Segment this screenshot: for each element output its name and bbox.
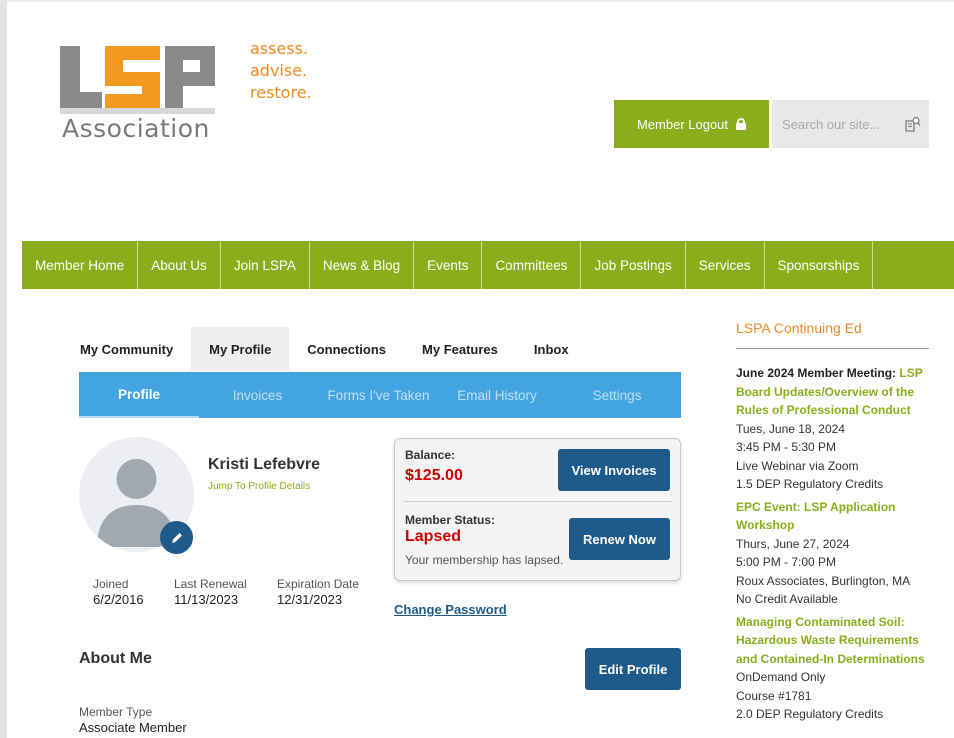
event-location: Roux Associates, Burlington, MA <box>736 573 911 588</box>
sidebar-title: LSPA Continuing Ed <box>736 320 862 336</box>
view-invoices-button[interactable]: View Invoices <box>558 449 670 491</box>
community-tabs: My Community My Profile Connections My F… <box>62 327 587 371</box>
tab-inbox[interactable]: Inbox <box>516 327 587 371</box>
member-type-label: Member Type <box>79 705 153 719</box>
sidebar-divider <box>736 348 929 349</box>
balance-card: Balance: $125.00 View Invoices Member St… <box>394 438 681 581</box>
change-password-link[interactable]: Change Password <box>394 602 507 617</box>
nav-member-home[interactable]: Member Home <box>22 241 139 289</box>
about-me-heading: About Me <box>79 650 152 667</box>
event-title-link[interactable]: EPC Event: LSP Application Workshop <box>736 500 895 533</box>
event-time: 5:00 PM - 7:00 PM <box>736 555 837 569</box>
nav-join-lspa[interactable]: Join LSPA <box>221 241 310 289</box>
tab-forms-taken[interactable]: Forms I've Taken <box>316 372 441 418</box>
last-renewal-value: 11/13/2023 <box>174 592 239 607</box>
profile-tabs: Profile Invoices Forms I've Taken Email … <box>79 372 681 418</box>
event-credits: 1.5 DEP Regulatory Credits <box>736 477 884 491</box>
balance-amount: $125.00 <box>405 467 463 484</box>
tab-connections[interactable]: Connections <box>289 327 404 371</box>
last-renewal-label: Last Renewal <box>174 577 247 591</box>
event-date: Thurs, June 27, 2024 <box>736 536 850 551</box>
logout-label: Member Logout <box>636 116 729 132</box>
lsp-logo-mark <box>60 46 215 114</box>
tab-profile[interactable]: Profile <box>79 372 199 418</box>
list-item: June 2024 Member Meeting: LSP Board Upda… <box>736 364 936 494</box>
event-title[interactable]: June 2024 Member Meeting: LSP Board Upda… <box>736 364 936 420</box>
main-nav: Member Home About Us Join LSPA News & Bl… <box>22 241 954 289</box>
member-status-value: Lapsed <box>405 528 462 545</box>
expiration-value: 12/31/2023 <box>277 592 343 607</box>
event-title-link[interactable]: Managing Contaminated Soil: Hazardous Wa… <box>736 615 925 666</box>
nav-services[interactable]: Services <box>686 241 765 289</box>
site-search <box>772 100 929 148</box>
event-title[interactable]: Managing Contaminated Soil: Hazardous Wa… <box>736 613 936 669</box>
event-course-number: Course #1781 <box>736 688 812 703</box>
status-message: Your membership has lapsed. <box>405 553 564 567</box>
nav-sponsorships[interactable]: Sponsorships <box>765 241 874 289</box>
list-item: EPC Event: LSP Application Workshop Thur… <box>736 498 936 609</box>
member-name: Kristi Lefebvre <box>208 456 321 473</box>
tab-settings[interactable]: Settings <box>553 372 681 418</box>
nav-job-postings[interactable]: Job Postings <box>581 241 686 289</box>
list-item: Managing Contaminated Soil: Hazardous Wa… <box>736 613 936 724</box>
pencil-icon <box>171 532 182 543</box>
search-icon[interactable] <box>905 116 921 132</box>
tab-my-features[interactable]: My Features <box>404 327 516 371</box>
tab-my-profile[interactable]: My Profile <box>191 327 290 371</box>
member-logout-button[interactable]: Member Logout <box>614 100 769 148</box>
event-credits: 2.0 DEP Regulatory Credits <box>736 707 884 721</box>
joined-value: 6/2/2016 <box>93 592 144 607</box>
renew-now-button[interactable]: Renew Now <box>569 518 670 560</box>
left-rail <box>0 0 7 738</box>
last-renewal-stat: Last Renewal 11/13/2023 <box>174 576 247 608</box>
member-type-value: Associate Member <box>79 720 187 735</box>
tab-my-community[interactable]: My Community <box>62 327 191 371</box>
event-date: Tues, June 18, 2024 <box>736 421 845 436</box>
tab-email-history[interactable]: Email History <box>441 372 553 418</box>
event-location: Live Webinar via Zoom <box>736 458 859 473</box>
expiration-label: Expiration Date <box>277 577 360 591</box>
site-logo[interactable]: Association assess. advise. restore. <box>60 36 340 146</box>
search-input[interactable] <box>782 116 900 132</box>
tagline-line: advise. <box>250 61 308 80</box>
edit-avatar-button[interactable] <box>160 521 193 554</box>
continuing-ed-list: June 2024 Member Meeting: LSP Board Upda… <box>736 364 936 728</box>
event-time: 3:45 PM - 5:30 PM <box>736 440 837 454</box>
top-rule <box>7 0 954 2</box>
tagline-line: restore. <box>250 83 312 102</box>
logo-association-text: Association <box>62 114 210 143</box>
nav-news-blog[interactable]: News & Blog <box>310 241 415 289</box>
expiration-stat: Expiration Date 12/31/2023 <box>277 576 359 608</box>
event-credits: No Credit Available <box>736 592 838 606</box>
event-title[interactable]: EPC Event: LSP Application Workshop <box>736 498 936 535</box>
jump-to-profile-link[interactable]: Jump To Profile Details <box>208 481 310 492</box>
joined-stat: Joined 6/2/2016 <box>93 576 144 608</box>
tagline-line: assess. <box>250 39 309 58</box>
nav-events[interactable]: Events <box>414 241 483 289</box>
logo-tagline: assess. advise. restore. <box>250 38 312 104</box>
tab-invoices[interactable]: Invoices <box>199 372 316 418</box>
member-status-label: Member Status: <box>405 513 496 527</box>
event-title-prefix: June 2024 Member Meeting: <box>736 366 900 380</box>
edit-profile-button[interactable]: Edit Profile <box>585 648 681 690</box>
card-divider <box>403 501 672 502</box>
balance-label: Balance: <box>405 448 456 462</box>
lock-icon <box>736 118 747 130</box>
joined-label: Joined <box>93 577 129 591</box>
nav-about-us[interactable]: About Us <box>138 241 221 289</box>
event-format: OnDemand Only <box>736 670 826 684</box>
nav-committees[interactable]: Committees <box>482 241 582 289</box>
